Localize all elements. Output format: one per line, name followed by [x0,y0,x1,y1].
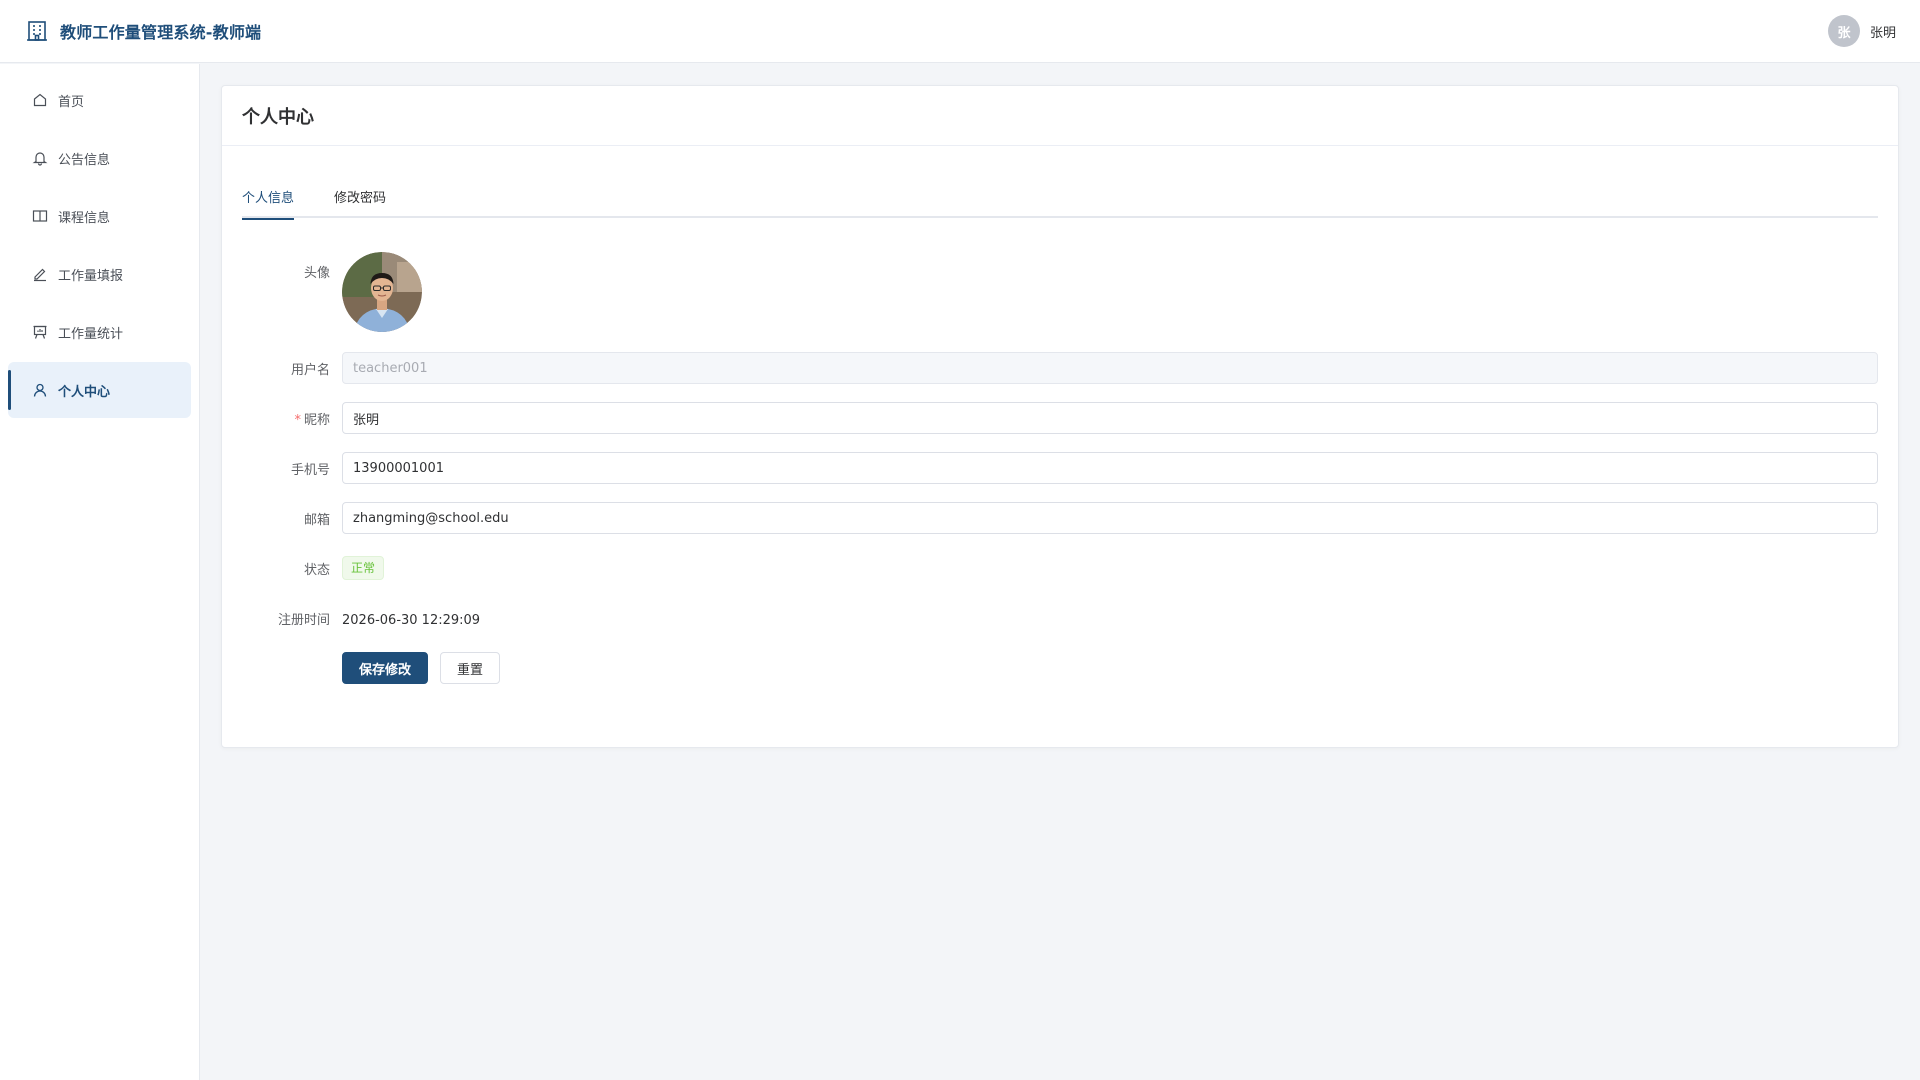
nickname-label: 昵称 [303,412,330,428]
page-title: 个人中心 [242,106,314,128]
sidebar-item-label: 工作量填报 [58,268,124,284]
book-icon [32,208,48,224]
presentation-chart-icon [32,324,48,340]
email-input[interactable] [342,502,1878,534]
sidebar-item-label: 工作量统计 [58,326,124,342]
email-label: 邮箱 [303,512,330,528]
form-actions: 保存修改 重置 [342,652,1878,684]
register-label: 注册时间 [277,612,330,628]
reset-button[interactable]: 重置 [440,652,501,684]
tab-personal-info[interactable]: 个人信息 [242,188,295,220]
status-badge: 正常 [342,556,385,580]
sidebar-item-label: 课程信息 [58,210,111,226]
register-time: 2026-06-30 12:29:09 [342,612,481,628]
app-title: 教师工作量管理系统-教师端 [60,23,262,42]
status-label: 状态 [303,562,330,578]
brand: 教师工作量管理系统-教师端 [26,19,261,43]
sidebar: 首页 公告信息 课程信息 工作量填报 工作量统计 个人中心 [0,64,200,1080]
profile-form: 头像 用户名 teacher001 * 昵称 张明 手机号 1390000100… [242,252,1878,684]
tab-change-password[interactable]: 修改密码 [334,188,386,218]
sidebar-item-profile[interactable]: 个人中心 [8,362,191,418]
status-field: 正常 [342,556,1878,580]
pen-icon [32,266,48,282]
avatar-row: 头像 [242,252,1878,336]
nickname-row: * 昵称 [242,402,1878,434]
nickname-label-wrap: * 昵称 [242,409,342,428]
phone-label: 手机号 [290,462,330,478]
phone-row: 手机号 [242,452,1878,484]
username-field-wrap [342,352,1878,384]
nickname-input[interactable] [342,402,1878,434]
username-row: 用户名 [242,352,1878,384]
register-field: 2026-06-30 12:29:09 [342,609,1878,628]
sidebar-item-workload-report[interactable]: 工作量填报 [8,246,191,302]
status-row: 状态 正常 [242,552,1878,584]
sidebar-item-courses[interactable]: 课程信息 [8,188,191,244]
username-input [342,352,1878,384]
tabs: 个人信息 修改密码 [242,188,1878,220]
email-row: 邮箱 [242,502,1878,534]
home-icon [32,92,48,108]
sidebar-item-announcements[interactable]: 公告信息 [8,130,191,186]
sidebar-item-label: 首页 [58,94,85,110]
card-body: 个人信息 修改密码 头像 用户名 teacher001 * 昵称 张明 手机号 … [222,188,1898,684]
nickname-field-wrap [342,402,1878,434]
building-icon [26,20,48,42]
user-icon [32,382,48,398]
sidebar-item-workload-stats[interactable]: 工作量统计 [8,304,191,360]
register-row: 注册时间 2026-06-30 12:29:09 [242,602,1878,634]
email-field-wrap [342,502,1878,534]
required-mark: * [294,412,301,428]
user-name[interactable]: 张明 [1870,22,1896,41]
sidebar-item-home[interactable]: 首页 [8,72,191,128]
avatar-field [342,252,1878,336]
actions-row: 保存修改 重置 [242,652,1878,684]
avatar[interactable]: 张 [1827,15,1860,47]
bell-icon [32,150,48,166]
phone-input[interactable] [342,452,1878,484]
sidebar-item-label: 个人中心 [58,384,111,400]
user-menu[interactable]: 张 张明 [1827,15,1896,47]
top-header: 教师工作量管理系统-教师端 张 张明 [0,0,1920,63]
avatar-label: 头像 [303,266,330,281]
card-header: 个人中心 [222,86,1898,146]
username-label: 用户名 [290,362,330,378]
profile-avatar[interactable] [342,252,422,332]
profile-card: 个人中心 个人信息 修改密码 头像 用户名 teacher001 * 昵称 张明… [221,85,1899,748]
phone-field-wrap [342,452,1878,484]
save-button[interactable]: 保存修改 [342,652,429,684]
sidebar-item-label: 公告信息 [58,152,111,168]
